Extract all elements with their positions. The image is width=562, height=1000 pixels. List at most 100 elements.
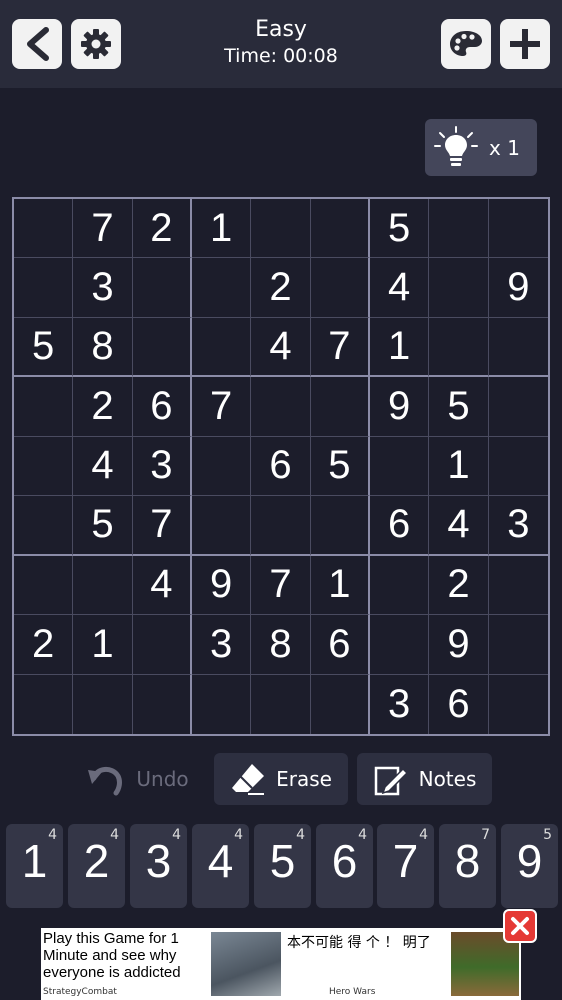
ad-middle[interactable]: 本不可能 得 个 ！ 明了 (287, 934, 447, 952)
settings-button[interactable] (71, 19, 121, 69)
sudoku-cell[interactable] (429, 258, 489, 318)
sudoku-cell[interactable] (132, 317, 192, 378)
sudoku-cell[interactable]: 6 (310, 615, 370, 675)
sudoku-cell[interactable]: 2 (132, 199, 192, 259)
sudoku-cell[interactable] (192, 674, 252, 734)
number-key-3[interactable]: 34 (130, 824, 187, 908)
sudoku-cell[interactable]: 3 (370, 674, 430, 734)
sudoku-cell[interactable] (191, 436, 252, 497)
sudoku-cell[interactable]: 2 (14, 615, 74, 675)
sudoku-cell[interactable] (488, 318, 548, 378)
undo-button[interactable]: Undo (80, 753, 195, 805)
sudoku-cell[interactable] (369, 436, 430, 497)
ad-close-button[interactable] (503, 909, 537, 943)
ad-banner[interactable]: Play this Game for 1 Minute and see why … (41, 928, 521, 1000)
sudoku-cell[interactable]: 2 (251, 258, 311, 318)
sudoku-cell[interactable] (488, 615, 548, 675)
sudoku-cell[interactable] (251, 377, 311, 437)
sudoku-cell[interactable]: 4 (132, 555, 192, 616)
sudoku-cell[interactable]: 5 (73, 496, 133, 556)
sudoku-cell[interactable] (14, 377, 74, 437)
sudoku-cell[interactable] (14, 258, 74, 318)
erase-button[interactable]: Erase (214, 753, 348, 805)
sudoku-cell[interactable] (488, 437, 548, 497)
number-key-5[interactable]: 54 (254, 824, 311, 908)
sudoku-cell[interactable]: 1 (191, 199, 252, 259)
sudoku-cell[interactable]: 9 (488, 258, 548, 318)
notes-button[interactable]: Notes (357, 753, 492, 805)
sudoku-cell[interactable]: 6 (132, 377, 192, 437)
sudoku-cell[interactable]: 4 (73, 436, 133, 497)
ad-left[interactable]: Play this Game for 1 Minute and see why … (43, 930, 203, 981)
sudoku-cell[interactable]: 6 (429, 674, 489, 734)
sudoku-cell[interactable] (251, 199, 311, 259)
theme-button[interactable] (441, 19, 491, 69)
number-key-7[interactable]: 74 (377, 824, 434, 908)
sudoku-cell[interactable] (429, 199, 489, 259)
sudoku-cell[interactable]: 3 (488, 496, 548, 556)
sudoku-cell[interactable] (310, 199, 370, 259)
sudoku-cell[interactable] (488, 199, 548, 259)
sudoku-cell[interactable] (369, 555, 430, 616)
sudoku-cell[interactable]: 6 (369, 496, 430, 556)
sudoku-cell[interactable] (73, 555, 133, 616)
number-key-4[interactable]: 44 (192, 824, 249, 908)
sudoku-cell[interactable] (132, 615, 192, 675)
number-key-6[interactable]: 64 (316, 824, 373, 908)
sudoku-cell[interactable] (488, 377, 548, 437)
sudoku-cell[interactable]: 3 (73, 258, 133, 318)
sudoku-cell[interactable] (310, 496, 370, 556)
sudoku-cell[interactable]: 5 (310, 436, 370, 497)
ad-image-jet[interactable] (211, 932, 281, 996)
number-key-9[interactable]: 95 (501, 824, 558, 908)
sudoku-cell[interactable] (132, 258, 192, 318)
number-key-8[interactable]: 87 (439, 824, 496, 908)
sudoku-cell[interactable] (489, 675, 548, 734)
sudoku-cell[interactable] (14, 199, 74, 259)
sudoku-cell[interactable] (14, 436, 74, 497)
number-key-2[interactable]: 24 (68, 824, 125, 908)
sudoku-cell[interactable] (14, 496, 74, 556)
sudoku-cell[interactable]: 1 (369, 317, 430, 378)
sudoku-cell[interactable]: 1 (429, 436, 489, 497)
sudoku-cell[interactable]: 7 (191, 377, 252, 437)
sudoku-cell[interactable]: 3 (132, 436, 192, 497)
sudoku-cell[interactable]: 5 (14, 317, 74, 378)
sudoku-cell[interactable]: 6 (251, 436, 311, 497)
sudoku-cell[interactable]: 7 (132, 496, 192, 556)
number-key-1[interactable]: 14 (6, 824, 63, 908)
sudoku-cell[interactable] (251, 674, 311, 734)
sudoku-cell[interactable] (191, 496, 252, 556)
sudoku-cell[interactable]: 4 (369, 258, 430, 318)
sudoku-cell[interactable]: 9 (191, 555, 252, 616)
sudoku-cell[interactable]: 9 (429, 615, 489, 675)
sudoku-cell[interactable] (311, 674, 370, 734)
sudoku-cell[interactable]: 2 (73, 377, 133, 437)
sudoku-cell[interactable]: 5 (369, 199, 430, 259)
hint-button[interactable]: x 1 (425, 119, 537, 176)
sudoku-cell[interactable]: 4 (251, 317, 311, 378)
sudoku-cell[interactable]: 8 (73, 317, 133, 378)
sudoku-cell[interactable] (73, 674, 133, 734)
sudoku-cell[interactable]: 7 (73, 199, 133, 259)
sudoku-cell[interactable] (191, 317, 252, 378)
sudoku-cell[interactable]: 3 (191, 615, 252, 675)
new-game-button[interactable] (500, 19, 550, 69)
sudoku-cell[interactable] (429, 317, 489, 378)
sudoku-cell[interactable] (369, 615, 430, 675)
sudoku-cell[interactable] (14, 674, 74, 734)
sudoku-cell[interactable] (310, 258, 370, 318)
sudoku-cell[interactable]: 1 (310, 555, 370, 616)
sudoku-cell[interactable]: 2 (429, 555, 489, 616)
back-button[interactable] (12, 19, 62, 69)
sudoku-cell[interactable]: 4 (429, 496, 489, 556)
sudoku-cell[interactable]: 7 (310, 317, 370, 378)
sudoku-cell[interactable] (310, 377, 370, 437)
sudoku-cell[interactable] (488, 556, 548, 616)
sudoku-cell[interactable]: 7 (251, 555, 311, 616)
sudoku-cell[interactable] (251, 496, 311, 556)
sudoku-cell[interactable] (191, 258, 252, 318)
sudoku-cell[interactable]: 9 (369, 377, 430, 437)
sudoku-cell[interactable]: 1 (73, 615, 133, 675)
sudoku-cell[interactable] (133, 674, 192, 734)
